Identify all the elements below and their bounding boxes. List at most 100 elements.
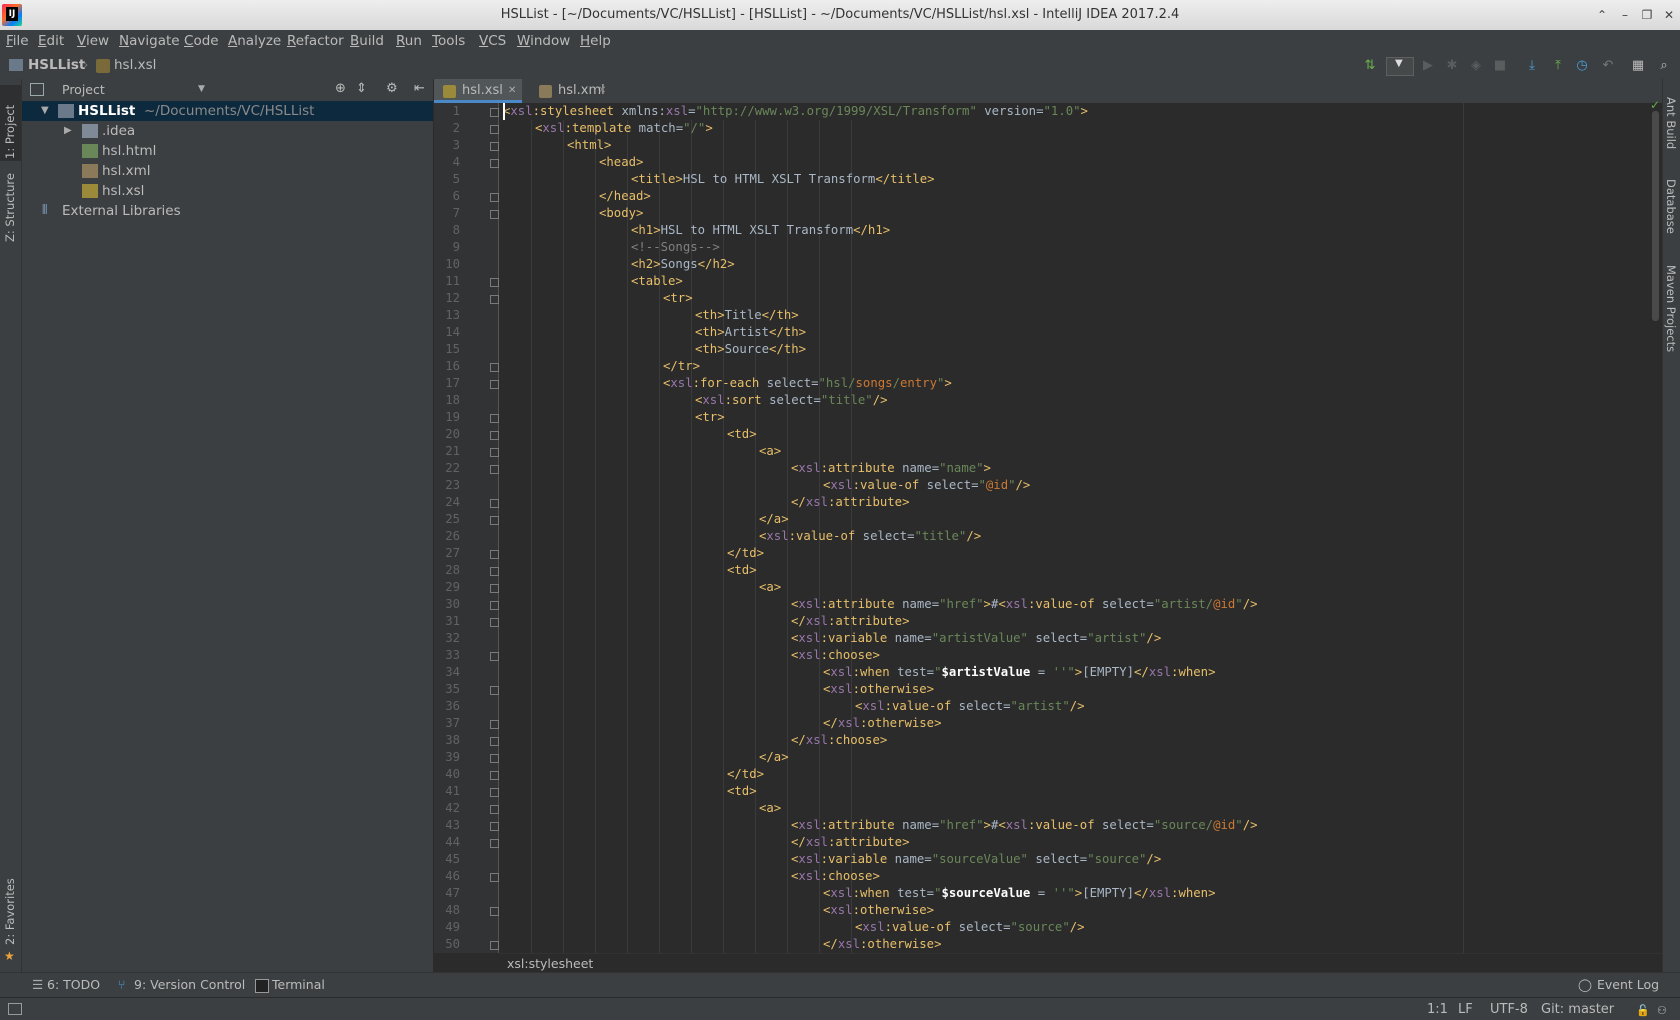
vcs-history-icon[interactable]: ◷ <box>1574 58 1590 74</box>
code-line[interactable]: <xsl:template match="/"> <box>535 120 713 137</box>
code-line[interactable]: <xsl:attribute name="href">#<xsl:value-o… <box>791 817 1258 834</box>
fold-marker-icon[interactable] <box>490 652 499 661</box>
vcs-update-icon[interactable]: ⤓ <box>1524 58 1540 74</box>
fold-marker-icon[interactable] <box>490 584 499 593</box>
fold-marker-icon[interactable] <box>490 805 499 814</box>
debug-icon[interactable]: ✱ <box>1444 58 1460 74</box>
tree-item-idea[interactable]: ▶ .idea <box>22 121 433 141</box>
editor-scrollbar[interactable]: ✓ <box>1649 98 1662 953</box>
tree-item-hsl-html[interactable]: hsl.html <box>22 141 433 161</box>
git-branch[interactable]: Git: master <box>1541 1002 1614 1017</box>
code-line[interactable]: </xsl:otherwise> <box>823 715 941 732</box>
inspector-icon[interactable]: ⚇ <box>1657 1004 1667 1017</box>
code-line[interactable]: <title>HSL to HTML XSLT Transform</title… <box>631 171 935 188</box>
code-line[interactable]: <xsl:when test="$sourceValue = ''">[EMPT… <box>823 885 1215 902</box>
fold-marker-icon[interactable] <box>490 295 499 304</box>
fold-marker-icon[interactable] <box>490 193 499 202</box>
file-encoding[interactable]: UTF-8 <box>1490 1002 1528 1017</box>
toggle-tool-windows-icon[interactable] <box>8 1003 22 1015</box>
run-icon[interactable]: ▶ <box>1420 58 1436 74</box>
code-line[interactable]: <xsl:value-of select="@id"/> <box>823 477 1030 494</box>
tree-expanded-icon[interactable]: ▼ <box>41 101 49 121</box>
code-line[interactable]: <a> <box>759 443 781 460</box>
tab-hsl-xml[interactable]: hsl.xml ✕ <box>530 79 638 103</box>
menu-edit[interactable]: Edit <box>38 30 64 53</box>
line-separator[interactable]: LF <box>1458 1002 1473 1017</box>
code-line[interactable]: <xsl:stylesheet xmlns:xsl="http://www.w3… <box>503 103 1088 120</box>
code-line[interactable]: </xsl:attribute> <box>791 613 909 630</box>
code-line[interactable]: <xsl:attribute name="href">#<xsl:value-o… <box>791 596 1258 613</box>
tree-item-external-libraries[interactable]: ⫴ External Libraries <box>22 201 433 221</box>
tree-root[interactable]: ▼ HSLList ~/Documents/VC/HSLList <box>22 101 433 121</box>
hide-panel-icon[interactable]: ⇤ <box>414 81 425 96</box>
fold-marker-icon[interactable] <box>490 754 499 763</box>
code-line[interactable]: </td> <box>727 545 764 562</box>
menu-code[interactable]: Code <box>184 30 219 53</box>
fold-marker-icon[interactable] <box>490 907 499 916</box>
menu-navigate[interactable]: Navigate <box>119 30 180 53</box>
code-line[interactable]: </xsl:choose> <box>791 732 887 749</box>
minimize-icon[interactable]: – <box>1615 6 1635 24</box>
code-line[interactable]: <xsl:otherwise> <box>823 681 934 698</box>
code-line[interactable]: <td> <box>727 562 757 579</box>
fold-marker-icon[interactable] <box>490 567 499 576</box>
tool-terminal[interactable]: Terminal <box>272 977 325 992</box>
stop-icon[interactable]: ■ <box>1492 58 1508 74</box>
fold-marker-icon[interactable] <box>490 142 499 151</box>
project-view-label[interactable]: Project <box>62 82 105 97</box>
code-line[interactable]: <xsl:sort select="title"/> <box>695 392 888 409</box>
code-line[interactable]: <xsl:when test="$artistValue = ''">[EMPT… <box>823 664 1215 681</box>
fold-marker-icon[interactable] <box>490 618 499 627</box>
collapse-all-icon[interactable]: ⇕ <box>356 81 367 96</box>
code-line[interactable]: <td> <box>727 783 757 800</box>
code-editor[interactable]: <xsl:stylesheet xmlns:xsl="http://www.w3… <box>499 103 1649 953</box>
code-line[interactable]: <h2>Songs</h2> <box>631 256 735 273</box>
code-line[interactable]: <td> <box>727 426 757 443</box>
menu-window[interactable]: Window <box>517 30 570 53</box>
menu-vcs[interactable]: VCS <box>479 30 506 53</box>
sort-icon[interactable]: ⇅ <box>1362 58 1378 74</box>
tab-structure[interactable]: Z: Structure <box>3 173 17 242</box>
fold-marker-icon[interactable] <box>490 448 499 457</box>
fold-marker-icon[interactable] <box>490 278 499 287</box>
fold-marker-icon[interactable] <box>490 431 499 440</box>
search-icon[interactable]: ⌕ <box>1656 58 1672 74</box>
code-line[interactable]: </xsl:attribute> <box>791 834 909 851</box>
code-line[interactable]: <xsl:variable name="artistValue" select=… <box>791 630 1161 647</box>
close-tab-icon[interactable]: ✕ <box>508 79 516 103</box>
fold-marker-icon[interactable] <box>490 465 499 474</box>
code-line[interactable]: <body> <box>599 205 643 222</box>
fold-marker-icon[interactable] <box>490 125 499 134</box>
code-line[interactable]: <xsl:value-of select="title"/> <box>759 528 981 545</box>
code-line[interactable]: <table> <box>631 273 683 290</box>
run-config-dropdown[interactable]: ▼ <box>1386 57 1414 76</box>
locate-icon[interactable]: ⊕ <box>335 81 346 96</box>
code-line[interactable]: </a> <box>759 511 789 528</box>
nav-project[interactable]: HSLList <box>28 57 85 73</box>
menu-file[interactable]: File <box>6 30 29 53</box>
code-line[interactable]: <xsl:choose> <box>791 647 880 664</box>
coverage-icon[interactable]: ◈ <box>1468 58 1484 74</box>
fold-marker-icon[interactable] <box>490 601 499 610</box>
fold-marker-icon[interactable] <box>490 159 499 168</box>
project-structure-icon[interactable]: ▦ <box>1630 58 1646 74</box>
code-line[interactable]: <xsl:attribute name="name"> <box>791 460 991 477</box>
nav-file[interactable]: hsl.xsl <box>114 57 156 73</box>
revert-icon[interactable]: ↶ <box>1600 58 1616 74</box>
code-line[interactable]: <th>Artist</th> <box>695 324 806 341</box>
close-icon[interactable]: ✕ <box>1659 6 1679 24</box>
fold-marker-icon[interactable] <box>490 210 499 219</box>
code-line[interactable]: <xsl:choose> <box>791 868 880 885</box>
fold-marker-icon[interactable] <box>490 516 499 525</box>
fold-marker-icon[interactable] <box>490 363 499 372</box>
menu-analyze[interactable]: Analyze <box>228 30 281 53</box>
code-line[interactable]: <xsl:value-of select="artist"/> <box>855 698 1085 715</box>
tab-project[interactable]: 1: Project <box>3 105 17 159</box>
fold-marker-icon[interactable] <box>490 941 499 950</box>
code-line[interactable]: <html> <box>567 137 611 154</box>
code-line[interactable]: <a> <box>759 579 781 596</box>
menu-tools[interactable]: Tools <box>432 30 465 53</box>
code-line[interactable]: <xsl:otherwise> <box>823 902 934 919</box>
fold-marker-icon[interactable] <box>490 839 499 848</box>
tab-favorites[interactable]: 2: Favorites <box>3 878 17 945</box>
